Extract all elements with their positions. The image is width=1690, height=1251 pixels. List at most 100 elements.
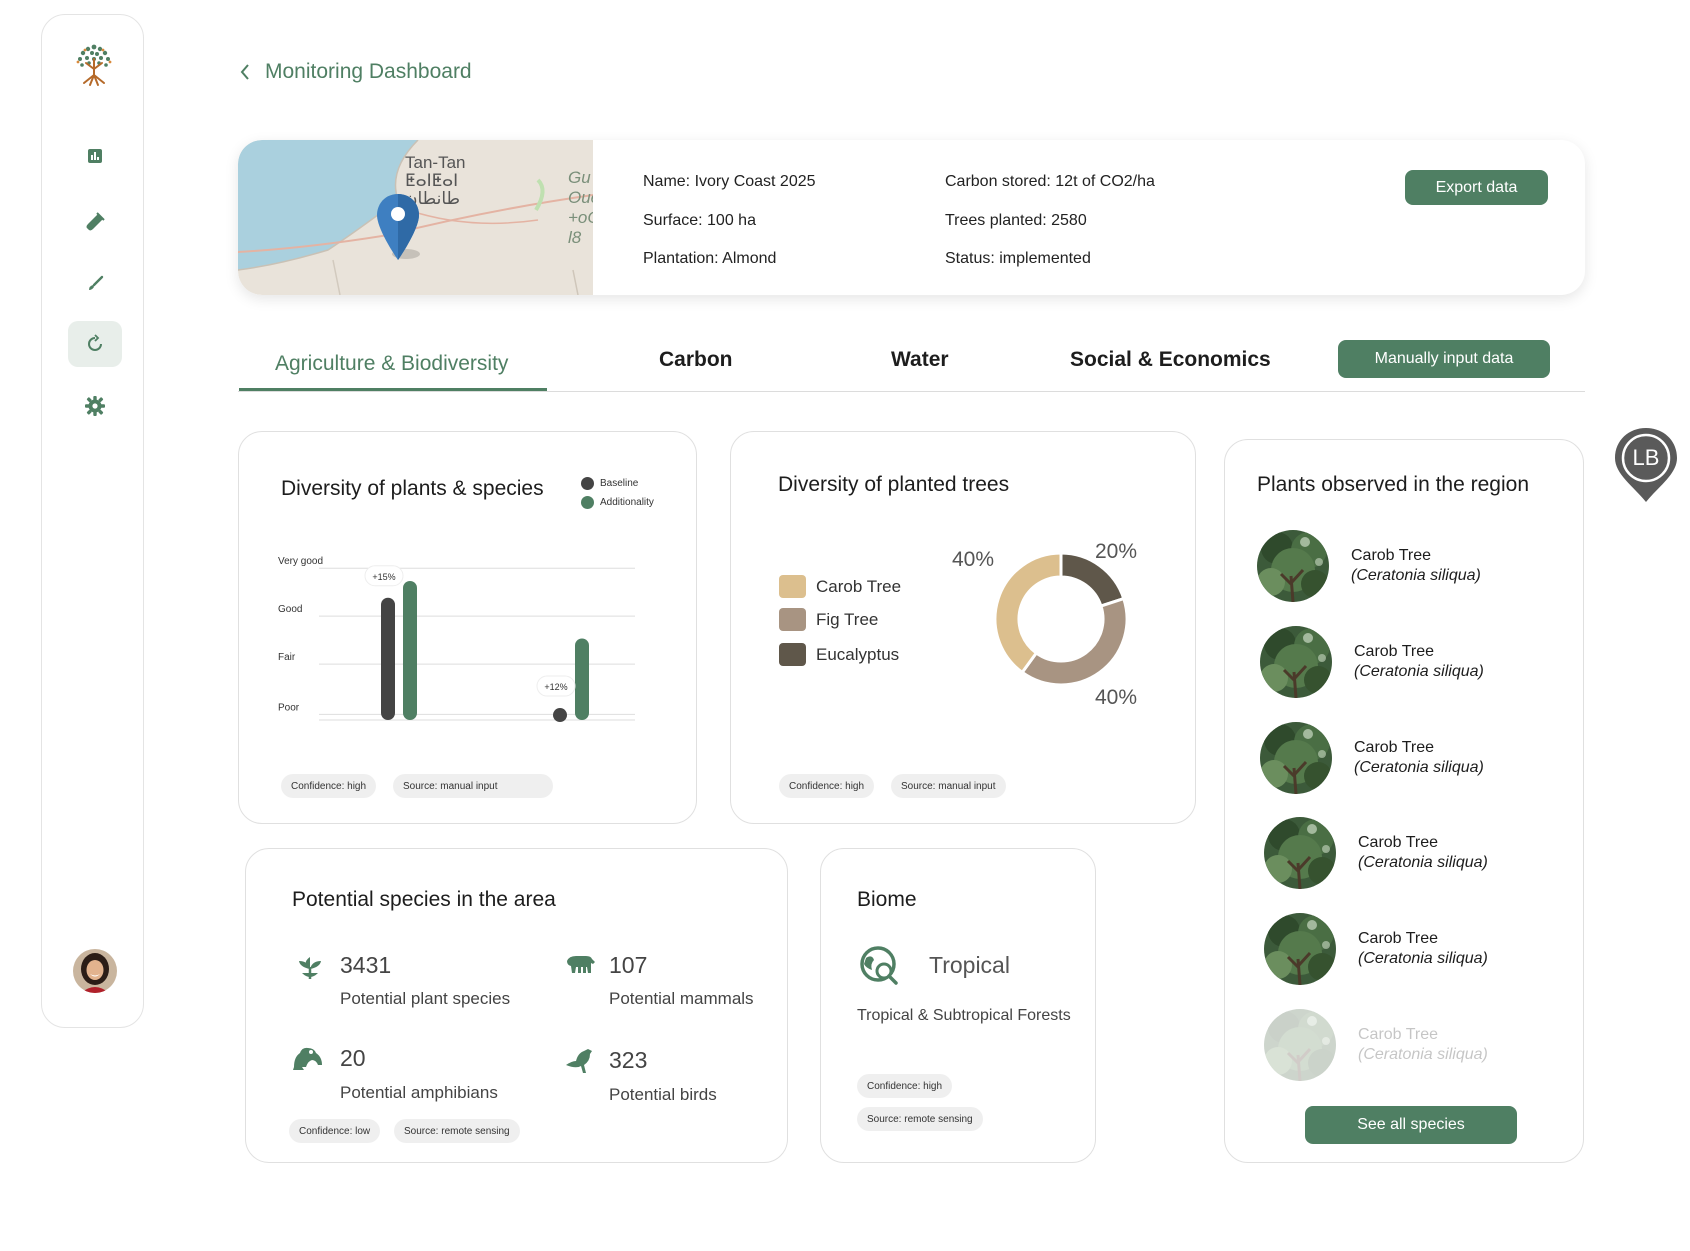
confidence-chip: Confidence: high: [281, 774, 377, 798]
mammals-label: Potential mammals: [609, 989, 754, 1008]
bird-icon: [566, 1049, 592, 1073]
plant-name: Carob Tree: [1354, 739, 1435, 756]
sidebar: [41, 14, 144, 1028]
tab-bar: Agriculture & Biodiversity Carbon Water …: [238, 338, 1585, 392]
pct-label-fig: 40%: [1095, 686, 1138, 709]
sidebar-item-lab[interactable]: [68, 199, 122, 245]
card-title: Diversity of planted trees: [778, 473, 1010, 496]
export-data-button[interactable]: Export data: [1405, 170, 1548, 205]
tab-agriculture[interactable]: Agriculture & Biodiversity: [275, 352, 508, 376]
breadcrumb[interactable]: Monitoring Dashboard: [239, 60, 472, 84]
source-chip: Source: remote sensing: [857, 1107, 983, 1131]
confidence-chip: Confidence: high: [779, 774, 875, 798]
legend-additionality: Additionality: [581, 496, 654, 509]
amphibians-count: 20: [340, 1045, 366, 1071]
project-card: Tan-Tan ⵟⴰⵏⵟⴰⵏ طانطان Gu Oue +oC l8 Name…: [238, 140, 1585, 295]
mammal-icon: [567, 956, 595, 973]
plant-name: Carob Tree: [1354, 643, 1435, 660]
user-badge[interactable]: LB: [1613, 426, 1679, 504]
project-trees: Trees planted: 2580: [945, 212, 1087, 229]
bar-additionality: [403, 580, 417, 720]
list-item[interactable]: Carob Tree (Ceratonia siliqua): [1260, 626, 1484, 698]
chevron-left-icon: [240, 64, 249, 80]
pct-label-carob: 40%: [952, 548, 995, 571]
pct-label-eucalyptus: 20%: [1095, 540, 1138, 563]
card-title: Plants observed in the region: [1257, 473, 1530, 496]
plant-species-count: 3431: [340, 952, 392, 978]
annotation-label: +12%: [544, 682, 567, 692]
map-pin-icon: [377, 194, 420, 260]
tab-social-economics[interactable]: Social & Economics: [1070, 348, 1271, 372]
see-all-species-button[interactable]: See all species: [1305, 1106, 1517, 1144]
plant-scientific-name: (Ceratonia siliqua): [1358, 1046, 1488, 1063]
sidebar-item-settings[interactable]: [68, 383, 122, 429]
confidence-chip: Confidence: high: [857, 1074, 953, 1098]
globe-search-icon: [860, 946, 898, 985]
birds-label: Potential birds: [609, 1085, 717, 1104]
bar-baseline: [553, 708, 567, 723]
legend-eucalyptus: Eucalyptus: [779, 643, 899, 666]
plant-name: Carob Tree: [1358, 930, 1439, 947]
refresh-icon: [88, 334, 102, 351]
card-title: Potential species in the area: [292, 888, 556, 911]
location-map[interactable]: Tan-Tan ⵟⴰⵏⵟⴰⵏ طانطان Gu Oue +oC l8: [238, 140, 593, 295]
legend-baseline: Baseline: [581, 477, 638, 490]
potential-species-card: Potential species in the area 3431 Poten…: [245, 848, 788, 1163]
bar-baseline: [381, 597, 395, 720]
trees-donut-chart: [993, 551, 1129, 687]
y-tick-label: Very good: [278, 556, 323, 567]
plant-scientific-name: (Ceratonia siliqua): [1351, 567, 1481, 584]
donut-slice-fig-tree: [1020, 596, 1129, 687]
project-name: Name: Ivory Coast 2025: [643, 173, 816, 190]
plants-observed-card: Plants observed in the region Carob Tree…: [1224, 439, 1584, 1163]
project-status: Status: implemented: [945, 250, 1091, 267]
page-title: Monitoring Dashboard: [265, 60, 472, 83]
y-tick-label: Fair: [278, 652, 296, 663]
list-item[interactable]: Carob Tree (Ceratonia siliqua): [1257, 530, 1481, 602]
user-initials: LB: [1632, 445, 1660, 470]
plant-thumbnail: [1257, 530, 1329, 602]
plant-thumbnail: [1264, 1009, 1336, 1081]
plant-thumbnail: [1260, 722, 1332, 794]
tab-water[interactable]: Water: [891, 348, 949, 372]
mammals-count: 107: [609, 952, 648, 978]
plant-scientific-name: (Ceratonia siliqua): [1358, 950, 1488, 967]
plant-scientific-name: (Ceratonia siliqua): [1354, 663, 1484, 680]
plant-species-label: Potential plant species: [340, 989, 511, 1008]
y-tick-label: Poor: [278, 702, 300, 713]
manual-input-button[interactable]: Manually input data: [1338, 340, 1550, 378]
list-item[interactable]: Carob Tree (Ceratonia siliqua): [1260, 722, 1484, 794]
project-surface: Surface: 100 ha: [643, 212, 756, 229]
source-chip: Source: remote sensing: [394, 1119, 520, 1143]
card-title: Biome: [857, 888, 917, 911]
sidebar-item-tools[interactable]: [68, 261, 122, 307]
birds-count: 323: [609, 1047, 648, 1073]
list-item[interactable]: Carob Tree (Ceratonia siliqua): [1264, 817, 1488, 889]
plant-name: Carob Tree: [1358, 1026, 1439, 1043]
source-chip: Source: manual input: [393, 774, 553, 798]
logo-icon: [68, 39, 120, 91]
sidebar-item-monitoring[interactable]: [68, 321, 122, 367]
plant-name: Carob Tree: [1358, 834, 1439, 851]
map-place-label-right: Gu Oue +oC l8: [568, 168, 593, 247]
diversity-plants-card: Diversity of plants & species Baseline A…: [238, 431, 697, 824]
project-carbon: Carbon stored: 12t of CO2/ha: [945, 173, 1155, 190]
frog-icon: [293, 1047, 322, 1070]
list-item[interactable]: Carob Tree (Ceratonia siliqua): [1264, 1009, 1488, 1081]
source-chip: Source: manual input: [891, 774, 1006, 798]
tab-underline: [239, 388, 547, 391]
donut-slice-carob-tree: [993, 551, 1063, 675]
annotation-label: +15%: [372, 572, 395, 582]
plant-thumbnail: [1260, 626, 1332, 698]
plant-thumbnail: [1264, 913, 1336, 985]
legend-carob: Carob Tree: [779, 575, 901, 598]
chart-icon: [88, 149, 102, 163]
list-item[interactable]: Carob Tree (Ceratonia siliqua): [1264, 913, 1488, 985]
avatar[interactable]: [73, 949, 117, 993]
legend-fig: Fig Tree: [779, 608, 878, 631]
tab-carbon[interactable]: Carbon: [659, 348, 733, 372]
plant-name: Carob Tree: [1351, 547, 1432, 564]
y-tick-label: Good: [278, 604, 302, 615]
card-title: Diversity of plants & species: [281, 477, 544, 500]
sidebar-item-reports[interactable]: [68, 133, 122, 179]
